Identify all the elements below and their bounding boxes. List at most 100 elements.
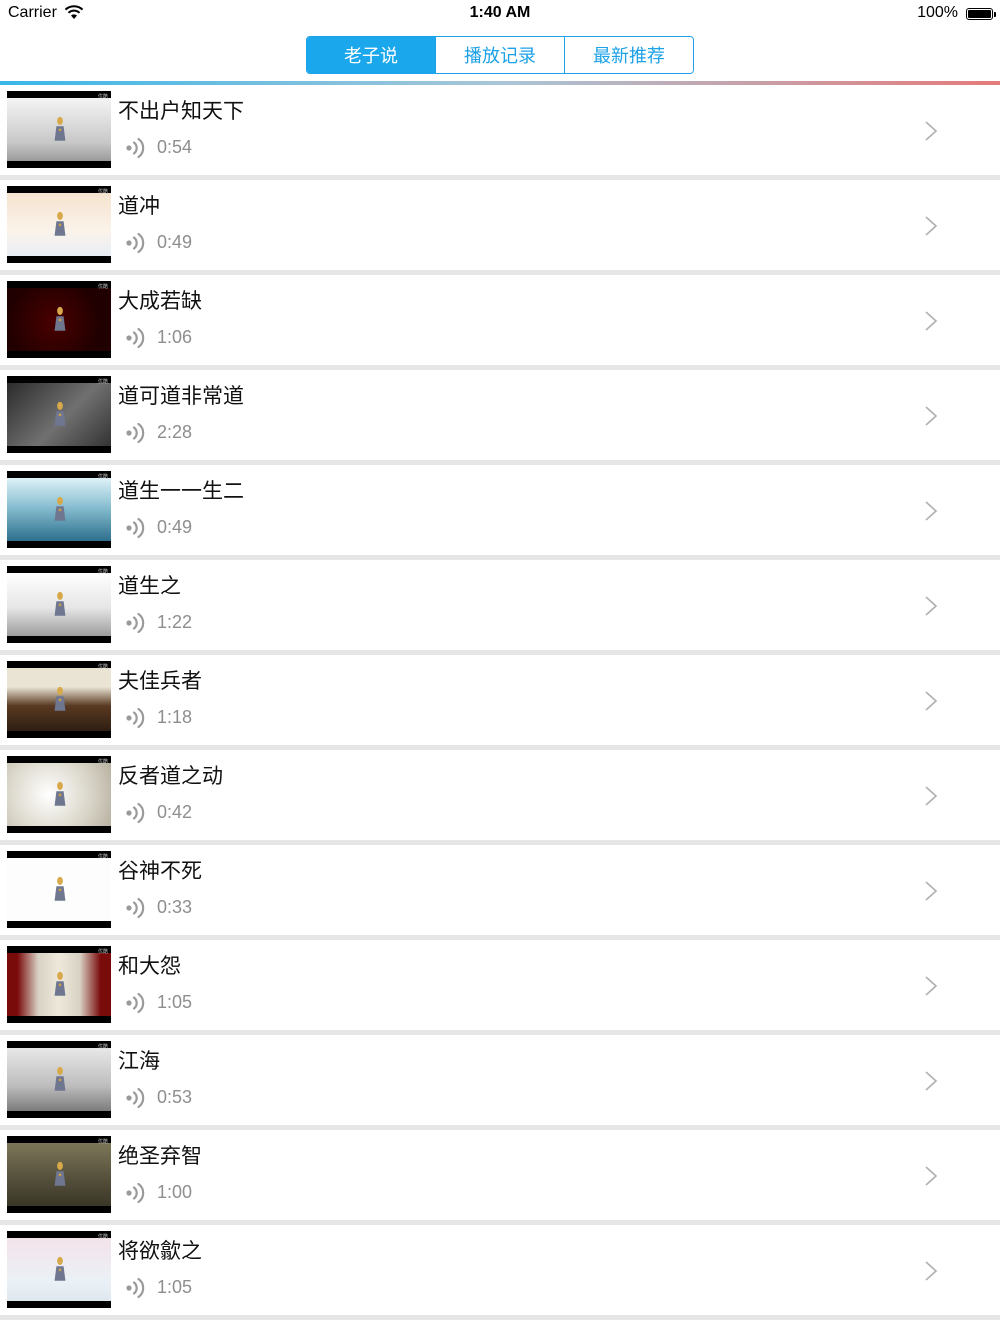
speaker-icon [126,707,145,729]
video-duration: 1:00 [157,1182,193,1202]
speaker-icon [126,1277,145,1299]
video-duration: 0:33 [157,897,193,917]
speaker-icon [126,897,145,919]
chevron-right-icon [925,121,938,141]
video-duration: 1:18 [157,707,193,727]
video-title: 大成若缺 [118,289,202,313]
video-thumbnail: 优酷 [7,281,111,358]
character-figure [54,686,66,711]
chevron-right-icon [925,1166,938,1186]
tab-laozi-says[interactable]: 老子说 [307,37,436,73]
tab-play-history[interactable]: 播放记录 [436,37,565,73]
speaker-icon [126,1087,145,1109]
chevron-right-icon [925,691,938,711]
list-item[interactable]: 优酷 绝圣弃智 1:00 [0,1130,1000,1225]
video-thumbnail: 优酷 [7,186,111,263]
video-duration: 1:05 [157,992,193,1012]
video-duration: 1:05 [157,1277,193,1297]
video-thumbnail: 优酷 [7,566,111,643]
battery-icon [966,8,996,20]
video-duration: 0:54 [157,137,193,157]
speaker-icon [126,517,145,539]
video-list: 优酷 不出户知天下 0:54 优酷 道冲 0:49 优酷 大成若缺 1:06 优… [0,85,1000,1320]
character-figure [54,401,66,426]
character-figure [54,971,66,996]
video-title: 江海 [118,1049,160,1073]
list-item[interactable]: 优酷 不出户知天下 0:54 [0,85,1000,180]
video-thumbnail: 优酷 [7,851,111,928]
video-thumbnail: 优酷 [7,946,111,1023]
chevron-right-icon [925,881,938,901]
chevron-right-icon [925,976,938,996]
video-title: 夫佳兵者 [118,669,202,693]
segmented-control: 老子说 播放记录 最新推荐 [306,36,694,74]
video-thumbnail: 优酷 [7,756,111,833]
character-figure [54,781,66,806]
speaker-icon [126,232,145,254]
chevron-right-icon [925,406,938,426]
video-title: 道生之 [118,574,181,598]
character-figure [54,211,66,236]
video-title: 谷神不死 [118,859,202,883]
tab-latest-recommend[interactable]: 最新推荐 [565,37,693,73]
chevron-right-icon [925,216,938,236]
list-item[interactable]: 优酷 谷神不死 0:33 [0,845,1000,940]
list-item[interactable]: 优酷 江海 0:53 [0,1035,1000,1130]
chevron-right-icon [925,311,938,331]
video-duration: 0:49 [157,232,193,252]
character-figure [54,116,66,141]
list-item[interactable]: 优酷 将欲歙之 1:05 [0,1225,1000,1320]
chevron-right-icon [925,501,938,521]
video-thumbnail: 优酷 [7,471,111,548]
video-title: 和大怨 [118,954,181,978]
status-bar: Carrier 1:40 AM 100% [0,0,1000,28]
character-figure [54,876,66,901]
video-title: 绝圣弃智 [118,1144,202,1168]
list-item[interactable]: 优酷 反者道之动 0:42 [0,750,1000,845]
chevron-right-icon [925,786,938,806]
video-title: 道生一一生二 [118,479,244,503]
chevron-right-icon [925,1071,938,1091]
video-title: 将欲歙之 [118,1239,202,1263]
list-item[interactable]: 优酷 和大怨 1:05 [0,940,1000,1035]
video-thumbnail: 优酷 [7,1136,111,1213]
video-thumbnail: 优酷 [7,1041,111,1118]
video-duration: 2:28 [157,422,193,442]
video-title: 道可道非常道 [118,384,244,408]
chevron-right-icon [925,596,938,616]
speaker-icon [126,612,145,634]
speaker-icon [126,137,145,159]
video-title: 不出户知天下 [118,99,244,123]
character-figure [54,1256,66,1281]
speaker-icon [126,327,145,349]
list-item[interactable]: 优酷 夫佳兵者 1:18 [0,655,1000,750]
battery-percent: 100% [917,4,958,21]
video-duration: 1:22 [157,612,193,632]
list-item[interactable]: 优酷 道生之 1:22 [0,560,1000,655]
speaker-icon [126,802,145,824]
character-figure [54,306,66,331]
video-title: 反者道之动 [118,764,223,788]
speaker-icon [126,422,145,444]
video-thumbnail: 优酷 [7,1231,111,1308]
video-duration: 0:53 [157,1087,193,1107]
character-figure [54,1066,66,1091]
video-thumbnail: 优酷 [7,376,111,453]
video-thumbnail: 优酷 [7,661,111,738]
video-duration: 0:49 [157,517,193,537]
character-figure [54,496,66,521]
speaker-icon [126,1182,145,1204]
chevron-right-icon [925,1261,938,1281]
list-item[interactable]: 优酷 道生一一生二 0:49 [0,465,1000,560]
list-item[interactable]: 优酷 道可道非常道 2:28 [0,370,1000,465]
video-duration: 0:42 [157,802,193,822]
list-item[interactable]: 优酷 道冲 0:49 [0,180,1000,275]
clock: 1:40 AM [469,4,531,21]
video-thumbnail: 优酷 [7,91,111,168]
character-figure [54,1161,66,1186]
video-title: 道冲 [118,194,160,218]
character-figure [54,591,66,616]
speaker-icon [126,992,145,1014]
video-duration: 1:06 [157,327,193,347]
list-item[interactable]: 优酷 大成若缺 1:06 [0,275,1000,370]
